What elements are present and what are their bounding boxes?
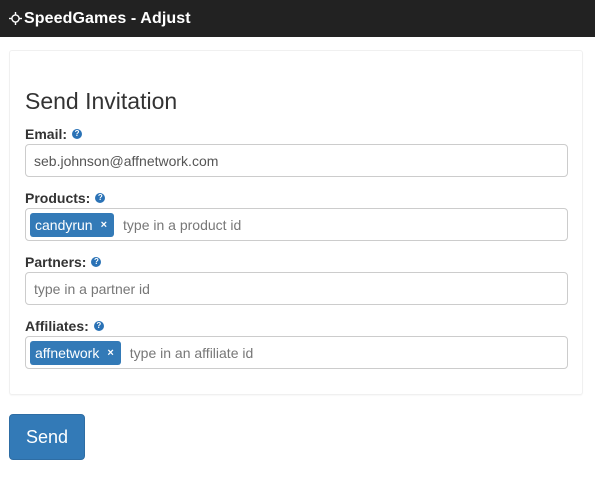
affiliate-tag: affnetwork × bbox=[30, 340, 121, 365]
email-field[interactable]: seb.johnson@affnetwork.com bbox=[25, 144, 568, 177]
affiliate-tag-label: affnetwork bbox=[35, 344, 100, 361]
partners-label: Partners: ? bbox=[25, 254, 102, 270]
send-button[interactable]: Send bbox=[9, 414, 85, 460]
products-placeholder: type in a product id bbox=[123, 216, 242, 233]
affiliates-tag-input[interactable]: affnetwork × type in an affiliate id bbox=[25, 336, 568, 369]
top-navbar: SpeedGames - Adjust bbox=[0, 0, 595, 37]
affiliates-label: Affiliates: ? bbox=[25, 318, 104, 334]
invitation-panel: Send Invitation Email: ? seb.johnson@aff… bbox=[9, 50, 583, 395]
email-help-icon[interactable]: ? bbox=[72, 129, 83, 139]
partners-help-icon[interactable]: ? bbox=[91, 257, 102, 267]
app-title: SpeedGames - Adjust bbox=[24, 9, 191, 27]
affiliates-placeholder: type in an affiliate id bbox=[129, 344, 254, 361]
affiliates-help-icon[interactable]: ? bbox=[93, 321, 104, 331]
remove-product-tag-icon[interactable]: × bbox=[101, 219, 107, 231]
partners-label-text: Partners: bbox=[25, 254, 87, 270]
crosshair-move-icon bbox=[9, 12, 22, 25]
email-label-text: Email: bbox=[25, 126, 68, 142]
products-label: Products: ? bbox=[25, 190, 106, 206]
product-tag-label: candyrun bbox=[35, 216, 93, 233]
products-help-icon[interactable]: ? bbox=[95, 193, 106, 203]
page-title: Send Invitation bbox=[25, 88, 178, 114]
partners-tag-input[interactable]: type in a partner id bbox=[25, 272, 568, 305]
affiliates-label-text: Affiliates: bbox=[25, 318, 89, 334]
products-tag-input[interactable]: candyrun × type in a product id bbox=[25, 208, 568, 241]
email-value: seb.johnson@affnetwork.com bbox=[34, 152, 219, 169]
remove-affiliate-tag-icon[interactable]: × bbox=[107, 347, 113, 359]
email-label: Email: ? bbox=[25, 126, 83, 142]
brand[interactable]: SpeedGames - Adjust bbox=[9, 10, 191, 28]
partners-placeholder: type in a partner id bbox=[34, 280, 150, 297]
product-tag: candyrun × bbox=[30, 212, 115, 237]
products-label-text: Products: bbox=[25, 190, 91, 206]
